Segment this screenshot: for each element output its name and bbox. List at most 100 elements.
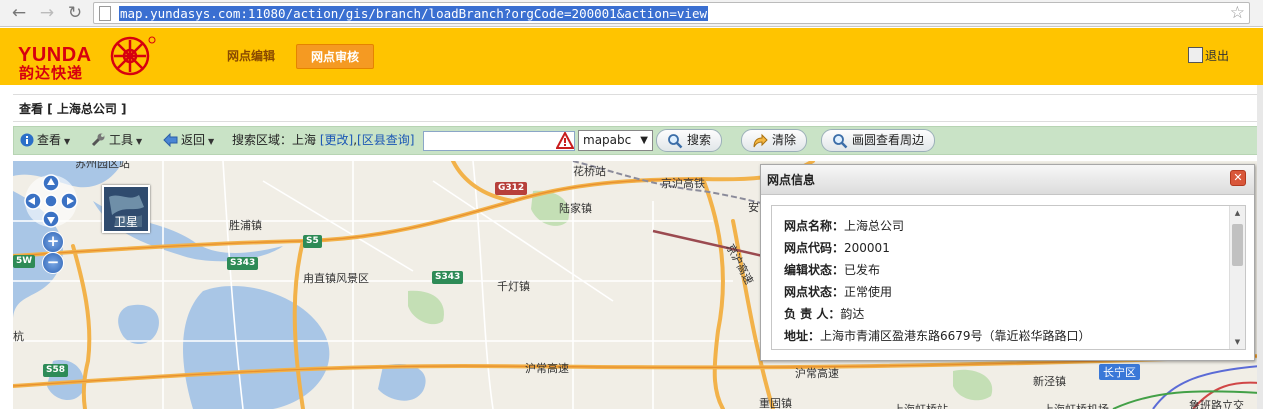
- chevron-down-icon: ▼: [136, 137, 143, 146]
- shield-s343-b: S343: [432, 271, 464, 284]
- tools-label: 工具: [109, 133, 134, 147]
- popup-title: 网点信息: [761, 165, 1254, 195]
- map-label-xinjing: 新泾镇: [1033, 375, 1066, 388]
- search-area-label: 搜索区域：上海: [232, 133, 317, 147]
- provider-value: mapabc: [583, 133, 632, 147]
- zoom-out-button[interactable]: −: [42, 252, 64, 274]
- scroll-down-icon[interactable]: ▼: [1230, 335, 1245, 349]
- logout-label: 退出: [1204, 49, 1229, 63]
- menu-branch-edit[interactable]: 网点编辑: [213, 44, 289, 69]
- yunda-logo: YUNDA 韵达快递: [18, 34, 163, 82]
- change-area-link[interactable]: [更改]: [320, 133, 353, 147]
- map-label-qiandeng: 千灯镇: [497, 280, 530, 293]
- map-label-hongqiao-airport: 上海虹桥机场: [1043, 401, 1109, 409]
- logo-cn: 韵达快递: [19, 64, 84, 82]
- map-label-huaqiao: 花桥站: [573, 165, 606, 178]
- shield-s5: S5: [303, 235, 322, 248]
- info-row-edit-status: 编辑状态：已发布: [784, 262, 880, 278]
- info-row-address: 地址：上海市青浦区盈港东路6679号（靠近崧华路路口）: [784, 328, 1091, 344]
- magnifier-icon: [668, 134, 683, 149]
- app-header: YUNDA 韵达快递 网点编辑 网点审核 退出: [0, 28, 1263, 85]
- search-area: 搜索区域：上海 [更改],[区县查询]: [232, 132, 414, 149]
- star-icon[interactable]: ☆: [1230, 3, 1245, 24]
- logout-icon: [1187, 47, 1203, 63]
- logout-button[interactable]: 退出: [1187, 47, 1229, 64]
- scroll-up-icon[interactable]: ▲: [1230, 206, 1245, 220]
- clear-button[interactable]: 清除: [741, 129, 808, 152]
- district-query-link[interactable]: [区县查询]: [357, 133, 414, 147]
- map-label-huchang-2: 沪常高速: [795, 367, 839, 380]
- info-row-branch-status: 网点状态：正常使用: [784, 284, 892, 300]
- info-key: 网点名称：: [784, 219, 845, 233]
- info-row-code: 网点代码：200001: [784, 240, 890, 256]
- info-value: 上海总公司: [844, 219, 905, 233]
- address-bar[interactable]: map.yundasys.com:11080/action/gis/branch…: [93, 2, 1250, 24]
- clear-arrow-icon: [753, 133, 768, 148]
- map-label-shengpu: 胜浦镇: [229, 219, 262, 232]
- map-label-lujia: 陆家镇: [559, 202, 592, 215]
- arrow-left-icon[interactable]: ←: [8, 3, 30, 23]
- info-row-manager: 负 责 人：韵达: [784, 306, 864, 322]
- info-icon: [20, 133, 34, 147]
- map-label-jinghu-rail: 京沪高铁: [661, 177, 705, 190]
- info-value: 正常使用: [844, 285, 893, 299]
- info-value: 200001: [844, 241, 890, 255]
- reload-icon[interactable]: ↻: [64, 3, 86, 23]
- pan-control[interactable]: [23, 173, 79, 229]
- popup-body: 网点名称：上海总公司 网点代码：200001 编辑状态：已发布 网点状态：正常使…: [771, 205, 1246, 350]
- map-provider-select[interactable]: mapabc ▼: [578, 130, 653, 151]
- panel-border: [13, 94, 1260, 95]
- info-key: 地址：: [784, 329, 821, 343]
- map-label-hongqiao-station: 上海虹桥站: [893, 401, 948, 409]
- clear-button-label: 清除: [772, 133, 797, 147]
- wrench-icon: [91, 133, 105, 147]
- map-label-lubei: 鲁班路立交: [1189, 399, 1244, 409]
- chevron-down-icon: ▼: [640, 135, 648, 146]
- info-key: 网点状态：: [784, 285, 845, 299]
- map-toolbar: 查看 ▼ 工具 ▼ 返回 ▼ 搜索区域：上海 [更改],[区县查询] mapabc ▼…: [13, 126, 1260, 155]
- popup-title-text: 网点信息: [767, 173, 816, 187]
- back-label: 返回: [181, 133, 206, 147]
- url-text[interactable]: map.yundasys.com:11080/action/gis/branch…: [119, 6, 708, 21]
- shield-g312: G312: [495, 182, 528, 195]
- search-button[interactable]: 搜索: [656, 129, 723, 152]
- tools-menu[interactable]: 工具 ▼: [91, 132, 142, 149]
- view-menu[interactable]: 查看 ▼: [20, 132, 70, 149]
- circle-nearby-button[interactable]: 画圆查看周边: [821, 129, 936, 152]
- page-scrollbar[interactable]: [1257, 85, 1263, 409]
- info-value: 上海市青浦区盈港东路6679号（靠近崧华路路口）: [820, 329, 1091, 343]
- map-label-luzhi: 甪直镇风景区: [303, 272, 369, 285]
- zoom-in-button[interactable]: +: [42, 231, 64, 253]
- circle-nearby-label: 画圆查看周边: [852, 133, 925, 147]
- chevron-down-icon: ▼: [64, 137, 71, 146]
- map-label-changning: 长宁区: [1099, 364, 1140, 380]
- map-label-top-left: 苏州园区站: [75, 161, 130, 170]
- satellite-label: 卫星: [113, 215, 138, 229]
- shield-5w: 5W: [13, 255, 36, 268]
- view-label: 查看: [37, 133, 62, 147]
- map-label-huchang-1: 沪常高速: [525, 362, 569, 375]
- scroll-thumb[interactable]: [1232, 224, 1243, 266]
- back-arrow-icon: [163, 133, 178, 147]
- logo-mark-icon: [110, 36, 156, 76]
- search-input[interactable]: [423, 131, 575, 151]
- warning-icon: [556, 132, 574, 149]
- close-icon[interactable]: ✕: [1230, 170, 1246, 186]
- info-value: 韵达: [840, 307, 865, 321]
- search-button-label: 搜索: [687, 133, 712, 147]
- page-icon: [99, 6, 111, 21]
- satellite-toggle[interactable]: 卫星: [102, 185, 150, 233]
- magnifier-icon: [833, 134, 848, 149]
- info-value: 已发布: [844, 263, 881, 277]
- back-menu[interactable]: 返回 ▼: [163, 132, 214, 149]
- info-key: 编辑状态：: [784, 263, 845, 277]
- popup-scrollbar[interactable]: ▲ ▼: [1229, 206, 1245, 349]
- chevron-down-icon: ▼: [208, 137, 215, 146]
- info-key: 网点代码：: [784, 241, 845, 255]
- info-row-name: 网点名称：上海总公司: [784, 218, 904, 234]
- branch-info-popup: 网点信息 ✕ 网点名称：上海总公司 网点代码：200001 编辑状态：已发布 网…: [760, 164, 1255, 361]
- shield-s343-a: S343: [227, 257, 259, 270]
- menu-branch-review[interactable]: 网点审核: [296, 44, 375, 69]
- arrow-right-icon[interactable]: →: [36, 3, 58, 23]
- map-label-chonggu: 重固镇: [759, 397, 792, 409]
